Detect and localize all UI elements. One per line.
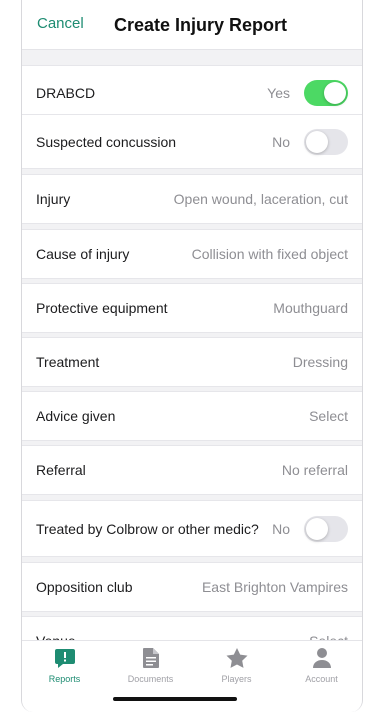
row-value: Select xyxy=(309,408,348,424)
row-label: Cause of injury xyxy=(36,246,130,262)
cancel-button[interactable]: Cancel xyxy=(37,15,84,32)
row-value: Mouthguard xyxy=(273,300,348,316)
toggle-knob xyxy=(324,81,346,104)
tab-players[interactable]: Players xyxy=(194,646,279,684)
tab-label: Documents xyxy=(127,674,174,684)
treated-by-medic-toggle[interactable] xyxy=(304,515,348,542)
page-title: Create Injury Report xyxy=(114,15,288,35)
home-indicator[interactable] xyxy=(113,697,237,701)
row-label: Advice given xyxy=(36,408,116,424)
row-label: Treated by Colbrow or other medic? xyxy=(36,520,259,537)
tab-reports[interactable]: Reports xyxy=(22,646,107,684)
row-protective-equipment[interactable]: Protective equipment Mouthguard xyxy=(22,283,362,333)
row-value: No referral xyxy=(281,462,348,478)
row-label: Suspected concussion xyxy=(36,133,177,150)
toggle-knob xyxy=(306,130,328,153)
row-cause-of-injury[interactable]: Cause of injury Collision with fixed obj… xyxy=(22,229,362,279)
tab-bar: Reports Documents Players Account xyxy=(22,640,362,712)
row-referral[interactable]: Referral No referral xyxy=(22,445,362,495)
row-label: Referral xyxy=(36,462,86,478)
star-icon xyxy=(194,646,279,670)
screen: Cancel Create Injury Report DRABCD Yes S… xyxy=(0,0,370,712)
nav-header: Cancel Create Injury Report xyxy=(22,0,362,50)
tab-label: Players xyxy=(221,674,252,684)
person-icon xyxy=(279,646,362,670)
tab-label: Account xyxy=(305,674,338,684)
row-label: DRABCD xyxy=(36,84,96,101)
row-label: Opposition club xyxy=(36,579,133,595)
drabcd-toggle[interactable] xyxy=(304,79,348,106)
row-treated-by-medic[interactable]: Treated by Colbrow or other medic? No xyxy=(22,500,362,557)
row-opposition-club[interactable]: Opposition club East Brighton Vampires xyxy=(22,562,362,612)
row-suspected-concussion[interactable]: Suspected concussion No xyxy=(22,114,362,169)
row-label: Protective equipment xyxy=(36,300,168,316)
row-drabcd[interactable]: DRABCD Yes xyxy=(22,65,362,120)
row-treatment[interactable]: Treatment Dressing xyxy=(22,337,362,387)
row-value: No xyxy=(272,520,290,537)
row-value: Collision with fixed object xyxy=(191,246,348,262)
row-value: No xyxy=(272,133,290,150)
row-value: Yes xyxy=(267,84,290,101)
report-alert-icon xyxy=(22,646,107,670)
concussion-toggle[interactable] xyxy=(304,128,348,155)
row-value: Dressing xyxy=(292,354,348,370)
row-value: East Brighton Vampires xyxy=(201,579,348,595)
row-advice-given[interactable]: Advice given Select xyxy=(22,391,362,441)
document-icon xyxy=(108,646,193,670)
row-label: Treatment xyxy=(36,354,100,370)
row-value: Open wound, laceration, cut xyxy=(173,191,348,207)
tab-account[interactable]: Account xyxy=(279,646,362,684)
app-frame: Cancel Create Injury Report DRABCD Yes S… xyxy=(21,0,363,712)
tab-documents[interactable]: Documents xyxy=(108,646,193,684)
toggle-knob xyxy=(306,517,328,540)
tab-label: Reports xyxy=(48,674,81,684)
row-injury[interactable]: Injury Open wound, laceration, cut xyxy=(22,174,362,224)
row-label: Injury xyxy=(36,191,71,207)
